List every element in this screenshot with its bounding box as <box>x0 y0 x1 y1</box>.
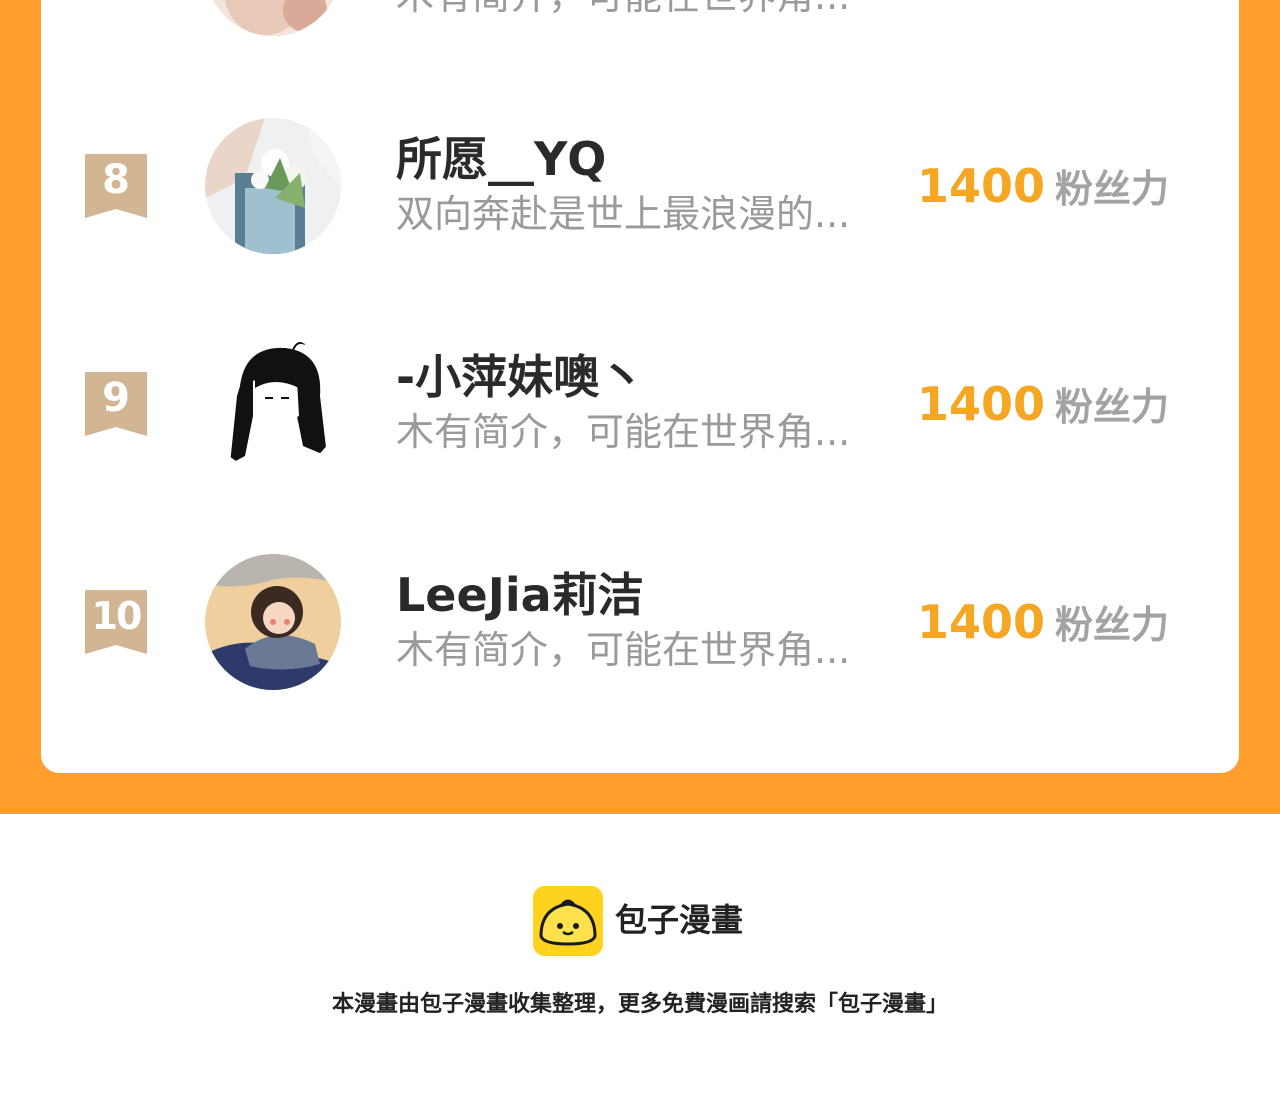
avatar[interactable] <box>205 554 341 690</box>
user-name: 所愿__YQ <box>396 132 607 186</box>
rank-badge: 9 <box>85 372 147 436</box>
user-bio: 双向奔赴是世上最浪漫的... <box>396 192 851 236</box>
user-name: -小萍妹噢丶 <box>396 350 646 404</box>
girl-sketch-avatar-icon <box>205 336 341 472</box>
bun-logo-icon <box>533 886 603 956</box>
fans-power: 1400 粉丝力 <box>917 374 1169 445</box>
rank-number: 9 <box>102 375 130 421</box>
fans-power-value: 1400 <box>917 377 1046 431</box>
list-item[interactable]: 9 -小萍妹噢丶 木有简介，可能在世界角... 1400 粉丝力 <box>41 336 1239 476</box>
rank-number: 8 <box>102 157 130 203</box>
photo-avatar-icon <box>205 0 341 36</box>
fans-power-label: 粉丝力 <box>1055 167 1170 211</box>
user-bio: 木有简介，可能在世界角... <box>396 628 851 672</box>
user-name: LeeJia莉洁 <box>396 568 644 622</box>
cartoon-girl-avatar-icon <box>205 554 341 690</box>
avatar[interactable] <box>205 0 341 36</box>
fans-power: 1400 粉丝力 <box>917 156 1169 227</box>
list-item[interactable]: 8 所愿__YQ 双向奔赴是世上最浪漫的... 1400 粉丝力 <box>41 118 1239 258</box>
avatar[interactable] <box>205 118 341 254</box>
list-item[interactable]: 10 LeeJia莉洁 木有简介，可能在世界角... 1400 粉丝力 <box>41 554 1239 694</box>
fans-power: 1400 粉丝力 <box>917 592 1169 663</box>
fans-ranking-card: 木有简介，可能在世界角... 8 所愿__YQ 双向奔赴是世上最浪漫的... <box>41 0 1239 773</box>
brand-name: 包子漫畫 <box>615 901 744 939</box>
fans-power-label: 粉丝力 <box>1055 385 1170 429</box>
fans-power-label: 粉丝力 <box>1055 603 1170 647</box>
fans-power-value: 1400 <box>917 595 1046 649</box>
list-item[interactable]: 木有简介，可能在世界角... <box>41 0 1239 40</box>
footer-note: 本漫畫由包子漫畫收集整理，更多免費漫画請搜索「包子漫畫」 <box>331 992 948 1017</box>
user-bio: 木有简介，可能在世界角... <box>396 410 851 454</box>
avatar[interactable] <box>205 336 341 472</box>
flowers-photo-avatar-icon <box>205 118 341 254</box>
fans-power-value: 1400 <box>917 159 1046 213</box>
user-bio: 木有简介，可能在世界角... <box>396 0 876 20</box>
rank-badge: 10 <box>85 590 147 654</box>
rank-number: 10 <box>91 594 143 638</box>
rank-badge: 8 <box>85 154 147 218</box>
